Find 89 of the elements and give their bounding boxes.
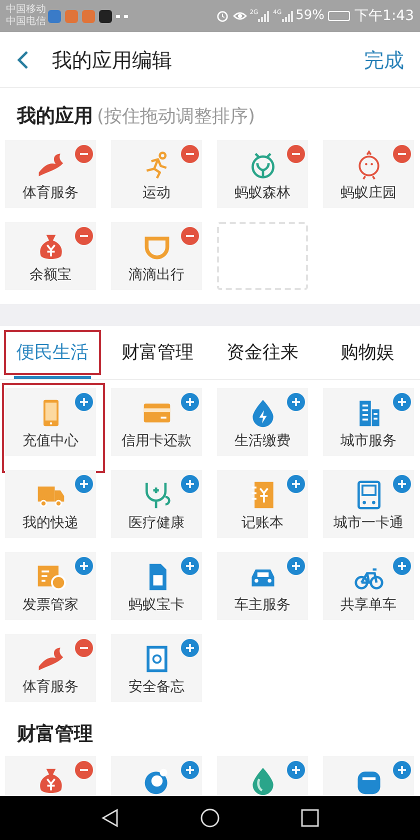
app-tile[interactable]: 蚂蚁宝卡 (111, 552, 202, 620)
add-button[interactable] (287, 392, 305, 410)
add-button[interactable] (287, 761, 305, 779)
clock: 下午1:43 (354, 6, 414, 26)
app-label: 余额宝 (30, 266, 72, 284)
recent-apps-icon[interactable] (301, 809, 320, 827)
add-button[interactable] (181, 474, 199, 492)
carrier-name: 中国电信 (6, 16, 46, 28)
app-label: 运动 (142, 184, 170, 202)
app-tile[interactable]: 余额宝 (5, 222, 96, 290)
carrier-name: 中国移动 (6, 4, 46, 16)
more-icon (116, 14, 128, 18)
app-label: 蚂蚁庄园 (340, 184, 396, 202)
app-tile[interactable]: 城市一卡通 (323, 470, 414, 538)
app-tile[interactable]: 蚂蚁森林 (217, 140, 308, 208)
add-button[interactable] (393, 761, 411, 779)
remove-button[interactable] (75, 761, 93, 779)
app-label: 记账本 (242, 514, 284, 532)
category-tab[interactable]: 便民生活 (0, 326, 105, 378)
app-tile[interactable]: 生活缴费 (217, 388, 308, 456)
app-label: 滴滴出行 (128, 266, 184, 284)
remove-button[interactable] (181, 144, 199, 162)
add-button[interactable] (75, 556, 93, 574)
app-tile[interactable]: 体育服务 (5, 140, 96, 208)
app-label: 体育服务 (22, 678, 78, 696)
add-button[interactable] (181, 556, 199, 574)
done-button[interactable]: 完成 (364, 44, 404, 74)
add-button[interactable] (287, 474, 305, 492)
remove-button[interactable] (287, 144, 305, 162)
eye-icon (232, 10, 247, 22)
battery-icon (328, 11, 350, 21)
add-button[interactable] (393, 474, 411, 492)
add-button[interactable] (287, 556, 305, 574)
app-label: 蚂蚁宝卡 (128, 596, 184, 614)
app-tile[interactable]: 城市服务 (323, 388, 414, 456)
remove-button[interactable] (393, 144, 411, 162)
app-tile[interactable]: 运动 (111, 140, 202, 208)
app-label: 车主服务 (234, 596, 290, 614)
section-hint: (按住拖动调整排序) (97, 105, 256, 129)
signal-icon (258, 10, 270, 22)
app-tile[interactable]: 安全备忘 (111, 634, 202, 702)
app-tile[interactable]: 信用卡还款 (111, 388, 202, 456)
app-tile[interactable]: 车主服务 (217, 552, 308, 620)
add-button[interactable] (181, 638, 199, 656)
signal-icon (282, 10, 294, 22)
app-label: 安全备忘 (128, 678, 184, 696)
back-icon[interactable] (100, 808, 119, 828)
app-label: 我的快递 (22, 514, 78, 532)
app-label: 信用卡还款 (122, 432, 192, 450)
app-tile[interactable]: 充值中心 (5, 388, 96, 456)
app-label: 充值中心 (22, 432, 78, 450)
section-title: 财富管理 (16, 722, 94, 746)
remove-button[interactable] (181, 226, 199, 244)
category-tab[interactable]: 财富管理 (105, 326, 210, 378)
app-label: 城市一卡通 (334, 514, 404, 532)
app-notification-icon (82, 10, 95, 22)
app-label: 城市服务 (340, 432, 396, 450)
add-button[interactable] (75, 392, 93, 410)
category-tab[interactable]: 资金往来 (210, 326, 315, 378)
add-button[interactable] (75, 474, 93, 492)
section-title: 我的应用 (17, 104, 93, 129)
app-notification-icon (65, 10, 78, 22)
app-tile[interactable]: 我的快递 (5, 470, 96, 538)
app-label: 生活缴费 (234, 432, 290, 450)
alarm-icon (216, 10, 229, 22)
app-tile[interactable]: 记账本 (217, 470, 308, 538)
app-label: 医疗健康 (128, 514, 184, 532)
add-button[interactable] (393, 392, 411, 410)
home-icon[interactable] (200, 808, 220, 828)
app-notification-icon (99, 10, 112, 22)
app-tile[interactable]: 医疗健康 (111, 470, 202, 538)
app-tile[interactable]: 共享单车 (323, 552, 414, 620)
app-tile[interactable]: 发票管家 (5, 552, 96, 620)
remove-button[interactable] (75, 226, 93, 244)
page-title: 我的应用编辑 (52, 46, 172, 74)
app-tile[interactable]: 体育服务 (5, 634, 96, 702)
app-label: 体育服务 (22, 184, 78, 202)
category-tab[interactable]: 购物娱 (315, 326, 420, 378)
add-button[interactable] (181, 761, 199, 779)
add-button[interactable] (181, 392, 199, 410)
app-label: 发票管家 (22, 596, 78, 614)
add-button[interactable] (393, 556, 411, 574)
remove-button[interactable] (75, 144, 93, 162)
battery-level: 59% (296, 7, 325, 26)
app-tile[interactable]: 滴滴出行 (111, 222, 202, 290)
app-label: 共享单车 (340, 596, 396, 614)
app-label: 蚂蚁森林 (234, 184, 290, 202)
remove-button[interactable] (75, 638, 93, 656)
app-tile[interactable]: 蚂蚁庄园 (323, 140, 414, 208)
